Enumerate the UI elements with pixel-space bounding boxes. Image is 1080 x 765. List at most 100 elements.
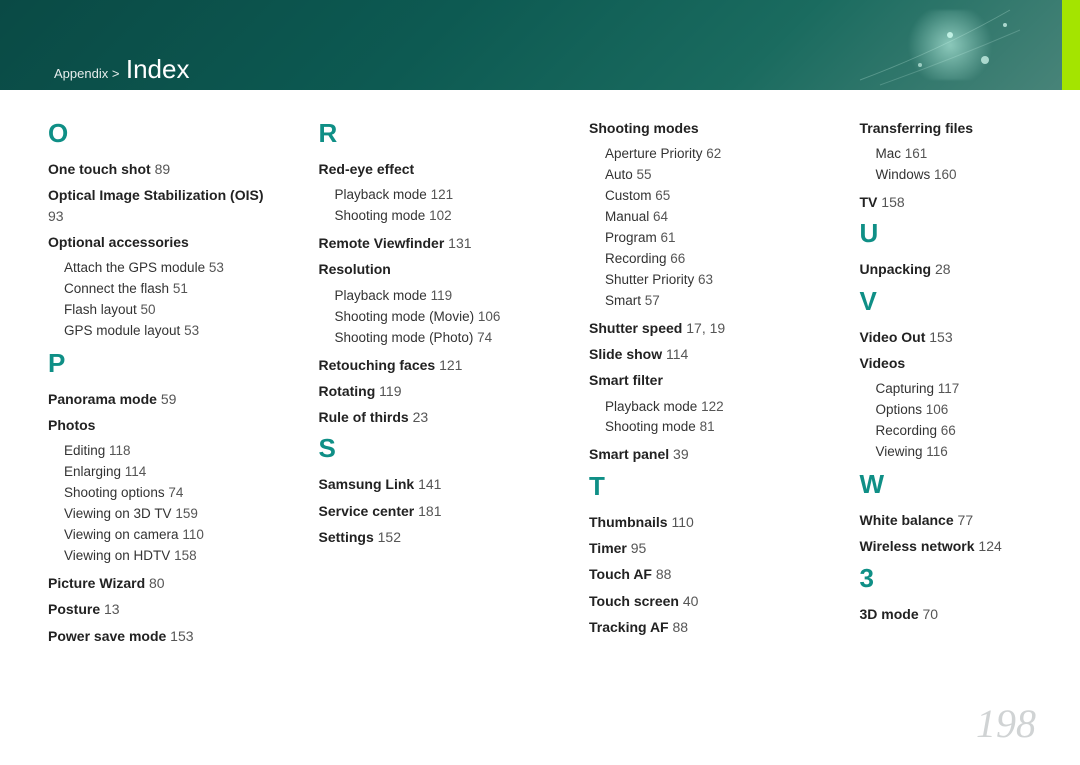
index-entry-label[interactable]: Slide show 114 xyxy=(589,344,810,364)
index-sub-item[interactable]: Recording 66 xyxy=(605,249,810,270)
index-entry-label[interactable]: Tracking AF 88 xyxy=(589,617,810,637)
index-sub-item[interactable]: Playback mode 122 xyxy=(605,397,810,418)
index-page-ref[interactable]: 66 xyxy=(670,251,685,266)
index-entry-label[interactable]: One touch shot 89 xyxy=(48,159,269,179)
index-entry-label[interactable]: Retouching faces 121 xyxy=(319,355,540,375)
index-sub-item[interactable]: Auto 55 xyxy=(605,165,810,186)
index-page-ref[interactable]: 53 xyxy=(184,323,199,338)
index-sub-item[interactable]: Custom 65 xyxy=(605,186,810,207)
index-sub-item[interactable]: Viewing on HDTV 158 xyxy=(64,546,269,567)
index-entry-label[interactable]: Timer 95 xyxy=(589,538,810,558)
index-entry-label[interactable]: White balance 77 xyxy=(860,510,1080,530)
index-page-ref[interactable]: 161 xyxy=(905,146,928,161)
index-sub-item[interactable]: Mac 161 xyxy=(876,144,1080,165)
index-entry-label[interactable]: Videos xyxy=(860,353,1080,373)
index-entry-label[interactable]: Settings 152 xyxy=(319,527,540,547)
index-page-ref[interactable]: 66 xyxy=(941,423,956,438)
index-page-ref[interactable]: 59 xyxy=(161,391,177,407)
index-page-ref[interactable]: 121 xyxy=(439,357,462,373)
index-entry-label[interactable]: Thumbnails 110 xyxy=(589,512,810,532)
index-page-ref[interactable]: 13 xyxy=(104,601,120,617)
index-page-ref[interactable]: 102 xyxy=(429,208,452,223)
index-page-ref[interactable]: 122 xyxy=(701,399,724,414)
index-page-ref[interactable]: 88 xyxy=(656,566,672,582)
index-page-ref[interactable]: 88 xyxy=(673,619,689,635)
index-sub-item[interactable]: Viewing on 3D TV 159 xyxy=(64,504,269,525)
index-sub-item[interactable]: Viewing on camera 110 xyxy=(64,525,269,546)
index-page-ref[interactable]: 158 xyxy=(174,548,197,563)
index-page-ref[interactable]: 159 xyxy=(175,506,198,521)
index-page-ref[interactable]: 28 xyxy=(935,261,951,277)
index-entry-label[interactable]: Service center 181 xyxy=(319,501,540,521)
index-entry-label[interactable]: Unpacking 28 xyxy=(860,259,1080,279)
index-entry-label[interactable]: Samsung Link 141 xyxy=(319,474,540,494)
index-page-ref[interactable]: 95 xyxy=(631,540,647,556)
index-entry-label[interactable]: Photos xyxy=(48,415,269,435)
index-sub-item[interactable]: Shooting mode 102 xyxy=(335,206,540,227)
index-sub-item[interactable]: Attach the GPS module 53 xyxy=(64,258,269,279)
index-sub-item[interactable]: Connect the flash 51 xyxy=(64,279,269,300)
index-sub-item[interactable]: Enlarging 114 xyxy=(64,462,269,483)
index-sub-item[interactable]: Shutter Priority 63 xyxy=(605,270,810,291)
index-page-ref[interactable]: 23 xyxy=(413,409,429,425)
index-entry-label[interactable]: Optical Image Stabilization (OIS) 93 xyxy=(48,185,269,226)
index-page-ref[interactable]: 93 xyxy=(48,208,64,224)
index-page-ref[interactable]: 110 xyxy=(182,527,204,542)
index-page-ref[interactable]: 39 xyxy=(673,446,689,462)
index-sub-item[interactable]: Options 106 xyxy=(876,400,1080,421)
index-sub-item[interactable]: Recording 66 xyxy=(876,421,1080,442)
index-page-ref[interactable]: 63 xyxy=(698,272,713,287)
index-sub-item[interactable]: Program 61 xyxy=(605,228,810,249)
index-entry-label[interactable]: Smart filter xyxy=(589,370,810,390)
index-sub-item[interactable]: Shooting mode 81 xyxy=(605,417,810,438)
index-page-ref[interactable]: 160 xyxy=(934,167,957,182)
index-page-ref[interactable]: 70 xyxy=(923,606,939,622)
index-page-ref[interactable]: 114 xyxy=(125,464,147,479)
index-entry-label[interactable]: Wireless network 124 xyxy=(860,536,1080,556)
index-sub-item[interactable]: GPS module layout 53 xyxy=(64,321,269,342)
index-page-ref[interactable]: 77 xyxy=(958,512,974,528)
index-entry-label[interactable]: Power save mode 153 xyxy=(48,626,269,646)
index-page-ref[interactable]: 121 xyxy=(431,187,454,202)
index-page-ref[interactable]: 17, 19 xyxy=(686,320,725,336)
index-page-ref[interactable]: 53 xyxy=(209,260,224,275)
index-page-ref[interactable]: 62 xyxy=(706,146,721,161)
index-entry-label[interactable]: Panorama mode 59 xyxy=(48,389,269,409)
index-sub-item[interactable]: Manual 64 xyxy=(605,207,810,228)
index-sub-item[interactable]: Aperture Priority 62 xyxy=(605,144,810,165)
index-sub-item[interactable]: Smart 57 xyxy=(605,291,810,312)
index-entry-label[interactable]: Touch AF 88 xyxy=(589,564,810,584)
index-entry-label[interactable]: Posture 13 xyxy=(48,599,269,619)
index-page-ref[interactable]: 81 xyxy=(700,419,715,434)
index-entry-label[interactable]: Remote Viewfinder 131 xyxy=(319,233,540,253)
index-page-ref[interactable]: 141 xyxy=(418,476,441,492)
index-page-ref[interactable]: 152 xyxy=(378,529,401,545)
index-page-ref[interactable]: 65 xyxy=(655,188,670,203)
index-sub-item[interactable]: Capturing 117 xyxy=(876,379,1080,400)
index-page-ref[interactable]: 57 xyxy=(645,293,660,308)
index-entry-label[interactable]: Resolution xyxy=(319,259,540,279)
index-page-ref[interactable]: 116 xyxy=(926,444,948,459)
index-entry-label[interactable]: Shooting modes xyxy=(589,118,810,138)
index-page-ref[interactable]: 119 xyxy=(431,288,453,303)
index-page-ref[interactable]: 106 xyxy=(478,309,501,324)
index-sub-item[interactable]: Shooting mode (Photo) 74 xyxy=(335,328,540,349)
index-sub-item[interactable]: Playback mode 121 xyxy=(335,185,540,206)
index-page-ref[interactable]: 51 xyxy=(173,281,188,296)
index-page-ref[interactable]: 74 xyxy=(168,485,183,500)
index-entry-label[interactable]: Red-eye effect xyxy=(319,159,540,179)
index-sub-item[interactable]: Playback mode 119 xyxy=(335,286,540,307)
index-page-ref[interactable]: 124 xyxy=(978,538,1001,554)
index-sub-item[interactable]: Windows 160 xyxy=(876,165,1080,186)
index-page-ref[interactable]: 40 xyxy=(683,593,699,609)
index-sub-item[interactable]: Shooting mode (Movie) 106 xyxy=(335,307,540,328)
index-page-ref[interactable]: 153 xyxy=(929,329,952,345)
index-page-ref[interactable]: 80 xyxy=(149,575,165,591)
index-entry-label[interactable]: Smart panel 39 xyxy=(589,444,810,464)
index-page-ref[interactable]: 89 xyxy=(155,161,171,177)
index-entry-label[interactable]: Transferring files xyxy=(860,118,1080,138)
index-entry-label[interactable]: Picture Wizard 80 xyxy=(48,573,269,593)
index-page-ref[interactable]: 50 xyxy=(141,302,156,317)
index-sub-item[interactable]: Shooting options 74 xyxy=(64,483,269,504)
index-page-ref[interactable]: 131 xyxy=(448,235,471,251)
